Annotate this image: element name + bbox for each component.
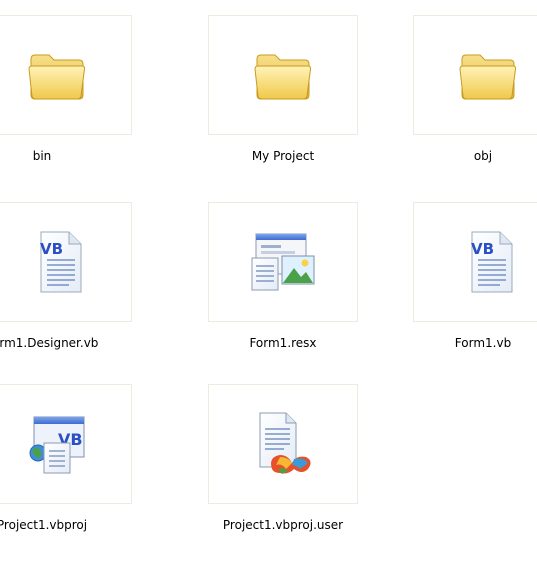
- file-name: Project1.vbproj.user: [222, 518, 344, 532]
- file-item-obj[interactable]: obj: [383, 15, 537, 195]
- file-tile[interactable]: [208, 202, 358, 322]
- vb-project-file-icon: VB: [29, 416, 85, 474]
- vb-logo-text: VB: [40, 240, 63, 258]
- file-name: bin: [32, 149, 52, 163]
- file-tile[interactable]: VB: [413, 202, 537, 322]
- file-item-bin[interactable]: bin: [0, 15, 162, 195]
- file-name: Form1.Designer.vb: [0, 336, 99, 350]
- vb-logo-text: VB: [471, 240, 494, 258]
- folder-icon: [28, 54, 86, 100]
- file-name: Form1.vb: [454, 336, 512, 350]
- file-tile[interactable]: VB: [0, 202, 132, 322]
- file-tile[interactable]: [0, 15, 132, 135]
- file-name: obj: [473, 149, 493, 163]
- file-item-form1-designer-vb[interactable]: VB Form1.Designer.vb: [0, 202, 162, 382]
- file-tile[interactable]: [413, 15, 537, 135]
- vb-source-file-icon: VB: [40, 231, 82, 293]
- file-name: Form1.resx: [249, 336, 317, 350]
- file-name: My Project: [251, 149, 315, 163]
- folder-icon: [459, 54, 517, 100]
- file-item-my-project[interactable]: My Project: [178, 15, 388, 195]
- vbproj-user-file-icon: [259, 412, 311, 474]
- file-item-form1-vb[interactable]: VB Form1.vb: [383, 202, 537, 382]
- file-tile[interactable]: VB: [0, 384, 132, 504]
- file-item-form1-resx[interactable]: Form1.resx: [178, 202, 388, 382]
- file-item-project1-vbproj[interactable]: VB Project1.vbproj: [0, 384, 162, 564]
- folder-icon: [254, 54, 312, 100]
- resx-resource-file-icon: [251, 233, 315, 291]
- file-tile[interactable]: [208, 15, 358, 135]
- file-item-project1-vbproj-user[interactable]: Project1.vbproj.user: [178, 384, 388, 564]
- vb-source-file-icon: VB: [471, 231, 513, 293]
- file-name: Project1.vbproj: [0, 518, 88, 532]
- file-tile[interactable]: [208, 384, 358, 504]
- file-explorer-view: { "files": [ {"name": "bin", "icon": "fo…: [0, 0, 537, 584]
